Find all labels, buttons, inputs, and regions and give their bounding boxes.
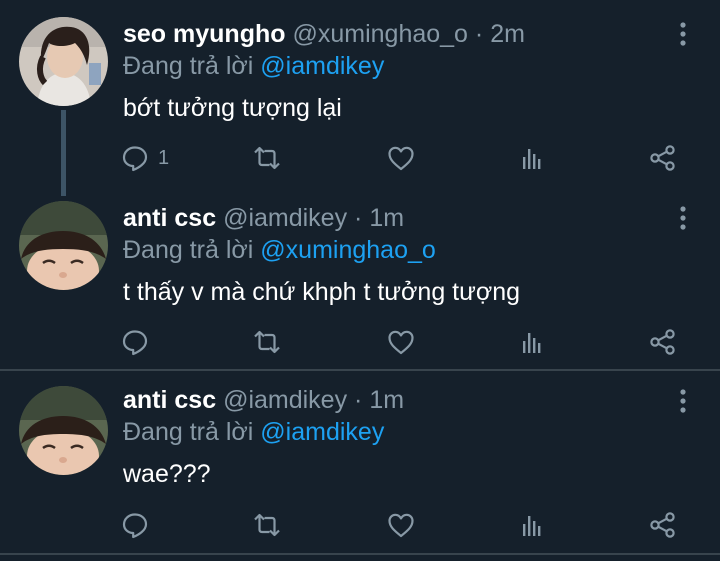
share-button[interactable] — [648, 510, 678, 540]
reply-button[interactable]: 1 — [120, 143, 180, 173]
tweet-header: anti csc @iamdikey · 1m — [123, 383, 404, 417]
timestamp[interactable]: 1m — [369, 386, 404, 414]
retweet-button[interactable] — [252, 327, 282, 357]
reply-count: 1 — [158, 147, 170, 169]
tweet-text: t thấy v mà chứ khph t tưởng tượng — [123, 278, 521, 306]
tweet-header: seo myungho @xuminghao_o · 2m — [123, 17, 525, 51]
timestamp[interactable]: 1m — [369, 204, 404, 232]
tweet[interactable]: seo myungho @xuminghao_o · 2m Đang trả l… — [0, 0, 720, 196]
like-icon — [386, 327, 416, 357]
more-icon — [672, 21, 694, 47]
reply-icon — [120, 143, 150, 173]
tweet-actions: 1 — [120, 143, 700, 173]
like-button[interactable] — [386, 510, 416, 540]
separator-dot: · — [354, 204, 363, 232]
more-options-button[interactable] — [672, 205, 694, 231]
like-button[interactable] — [386, 143, 416, 173]
analytics-button[interactable] — [517, 327, 547, 357]
more-icon — [672, 388, 694, 414]
username-handle[interactable]: @iamdikey — [223, 204, 347, 232]
separator-dot: · — [474, 20, 484, 48]
tweet[interactable]: anti csc @iamdikey · 1m Đang trả lời @xu… — [0, 184, 720, 368]
tweet-actions — [120, 510, 700, 540]
reply-button[interactable] — [120, 327, 150, 357]
separator-dot: · — [354, 386, 363, 414]
tweet-actions — [120, 327, 700, 357]
like-icon — [386, 510, 416, 540]
retweet-button[interactable] — [252, 143, 282, 173]
retweet-icon — [252, 327, 282, 357]
retweet-button[interactable] — [252, 510, 282, 540]
display-name[interactable]: anti csc — [123, 204, 216, 232]
divider — [0, 553, 720, 555]
reply-icon — [120, 510, 150, 540]
analytics-button[interactable] — [517, 510, 547, 540]
replying-to-label: Đang trả lời — [123, 52, 254, 80]
replying-to: Đang trả lời @iamdikey — [123, 415, 384, 449]
display-name[interactable]: anti csc — [123, 386, 216, 414]
replying-to: Đang trả lời @xuminghao_o — [123, 233, 436, 267]
share-icon — [648, 143, 678, 173]
analytics-icon — [517, 510, 547, 540]
replying-to-mention[interactable]: @iamdikey — [260, 418, 384, 446]
replying-to-label: Đang trả lời — [123, 236, 254, 264]
analytics-icon — [517, 143, 547, 173]
avatar[interactable] — [19, 17, 108, 106]
like-icon — [386, 143, 416, 173]
tweet-header: anti csc @iamdikey · 1m — [123, 201, 404, 235]
share-button[interactable] — [648, 143, 678, 173]
tweet[interactable]: anti csc @iamdikey · 1m Đang trả lời @ia… — [0, 371, 720, 555]
analytics-button[interactable] — [517, 143, 547, 173]
analytics-icon — [517, 327, 547, 357]
more-icon — [672, 205, 694, 231]
retweet-icon — [252, 510, 282, 540]
replying-to-label: Đang trả lời — [123, 418, 254, 446]
tweet-text: bớt tưởng tượng lại — [123, 94, 342, 122]
retweet-icon — [252, 143, 282, 173]
share-button[interactable] — [648, 327, 678, 357]
avatar[interactable] — [19, 201, 108, 290]
avatar[interactable] — [19, 386, 108, 475]
tweet-text: wae??? — [123, 460, 211, 488]
share-icon — [648, 327, 678, 357]
share-icon — [648, 510, 678, 540]
replying-to-mention[interactable]: @xuminghao_o — [260, 236, 436, 264]
more-options-button[interactable] — [672, 21, 694, 47]
more-options-button[interactable] — [672, 388, 694, 414]
replying-to: Đang trả lời @iamdikey — [123, 49, 384, 83]
timeline: seo myungho @xuminghao_o · 2m Đang trả l… — [0, 0, 720, 561]
timestamp[interactable]: 2m — [490, 20, 525, 48]
like-button[interactable] — [386, 327, 416, 357]
username-handle[interactable]: @xuminghao_o — [292, 20, 468, 48]
reply-button[interactable] — [120, 510, 150, 540]
reply-icon — [120, 327, 150, 357]
replying-to-mention[interactable]: @iamdikey — [260, 52, 384, 80]
username-handle[interactable]: @iamdikey — [223, 386, 347, 414]
display-name[interactable]: seo myungho — [123, 20, 286, 48]
